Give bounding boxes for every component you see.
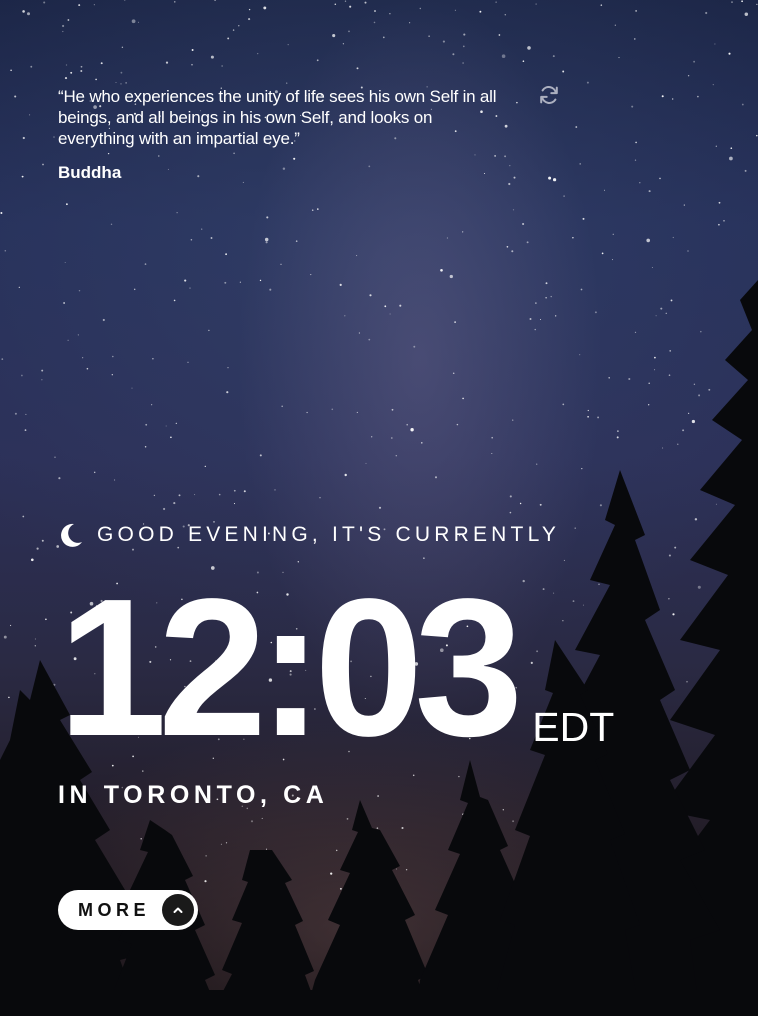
location-text: IN TORONTO, CA [58,781,329,809]
more-button[interactable]: MORE [58,890,198,930]
greeting-row: GOOD EVENING, IT'S CURRENTLY [58,522,560,548]
quote-block: “He who experiences the unity of life se… [58,86,503,183]
quote-author: Buddha [58,163,122,182]
refresh-icon[interactable] [538,84,560,106]
quote-text: “He who experiences the unity of life se… [58,87,497,148]
moon-icon [61,523,82,547]
more-button-label: MORE [78,899,150,920]
greeting-text: GOOD EVENING, IT'S CURRENTLY [97,523,561,546]
clock-time: 12:03 [58,558,523,777]
clock-timezone: EDT [532,704,615,750]
chevron-up-icon [162,894,194,926]
clock: 12:03 EDT [58,558,615,777]
